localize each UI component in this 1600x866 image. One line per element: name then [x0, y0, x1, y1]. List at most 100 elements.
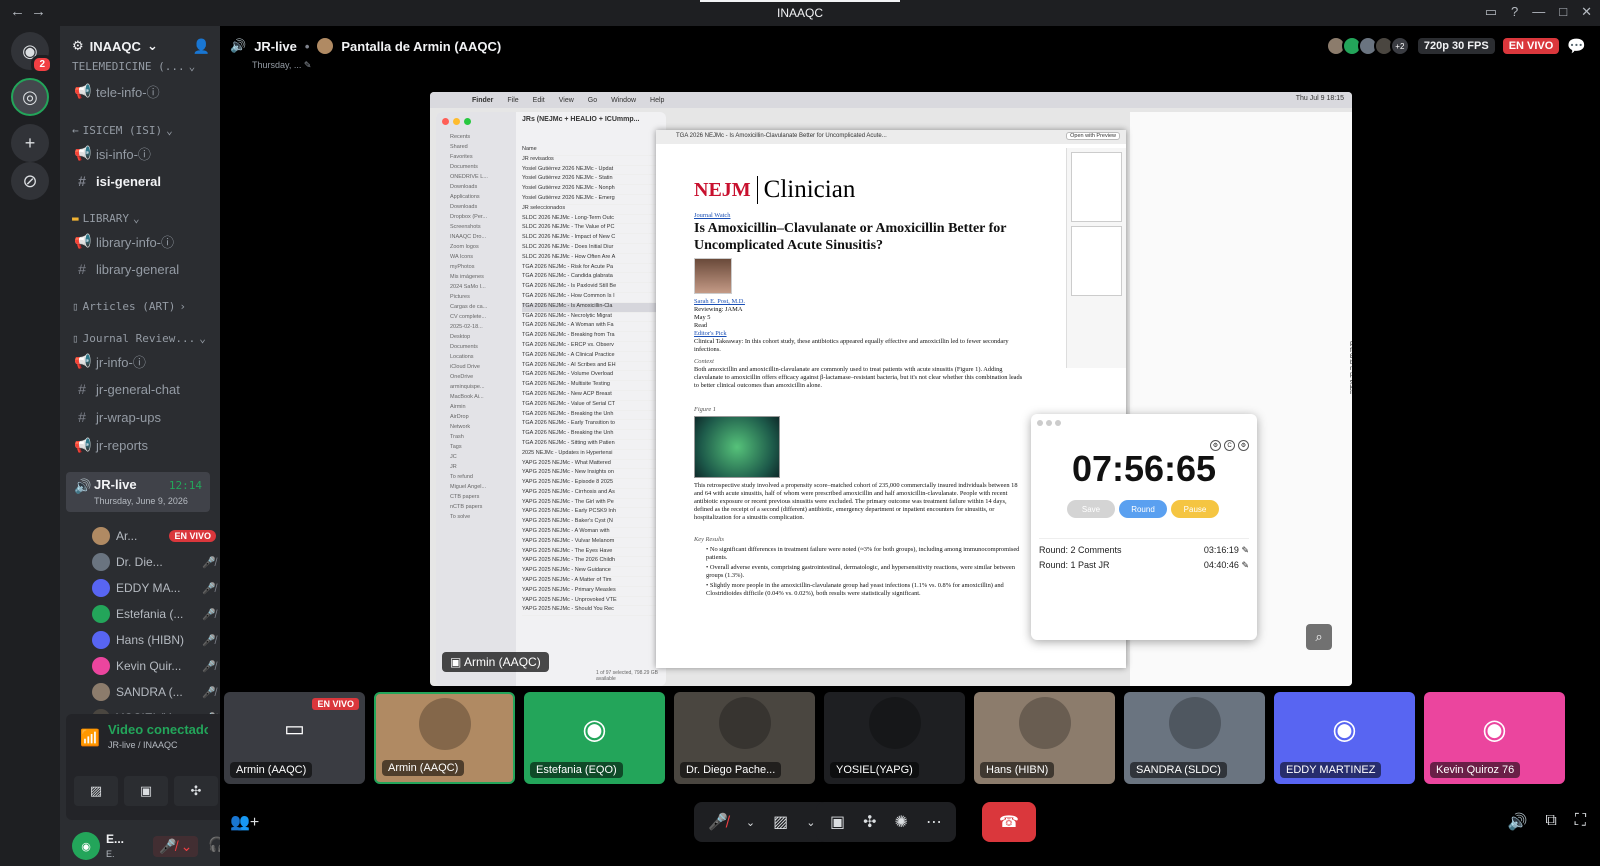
finder-file-row[interactable]: TGA 2026 NEJMc - Breaking from Tra [522, 332, 662, 342]
finder-file-row[interactable]: TGA 2026 NEJMc - Multisite Testing [522, 381, 662, 391]
finder-file-row[interactable]: SLDC 2026 NEJMc - Impact of New C [522, 234, 662, 244]
screen-share-button[interactable]: ▣ [124, 776, 168, 806]
finder-file-row[interactable]: TGA 2026 NEJMc - Risk for Acute Pa [522, 264, 662, 274]
activities-button[interactable]: ✣ [174, 776, 218, 806]
finder-sidebar-item[interactable]: Downloads [436, 182, 516, 192]
discover-icon[interactable]: ⊘ [11, 162, 49, 200]
finder-sidebar-item[interactable]: Pictures [436, 292, 516, 302]
finder-file-row[interactable]: YAPG 2025 NEJMc - The Eyes Have [522, 548, 662, 558]
activities-icon[interactable]: ✣ [863, 812, 876, 832]
camera-off-button[interactable]: ▨ [74, 776, 118, 806]
finder-file-row[interactable]: YAPG 2025 NEJMc - Cirrhosis and As [522, 489, 662, 499]
finder-file-row[interactable]: TGA 2026 NEJMc - A Woman with Fa [522, 322, 662, 333]
finder-sidebar-item[interactable]: Network [436, 422, 516, 432]
finder-file-row[interactable]: TGA 2026 NEJMc - AI Scribes and EH [522, 362, 662, 372]
finder-file-row[interactable]: TGA 2026 NEJMc - Breaking the Unh [522, 411, 662, 421]
finder-file-row[interactable]: TGA 2026 NEJMc - Early Transition to [522, 420, 662, 431]
finder-file-row[interactable]: TGA 2026 NEJMc - Necrolytic Migrat [522, 313, 662, 323]
finder-sidebar-item[interactable]: Trash [436, 432, 516, 442]
finder-sidebar-item[interactable]: nCTB papers [436, 502, 516, 512]
chevron-down-icon[interactable]: ⌄ [806, 816, 815, 829]
finder-sidebar-item[interactable]: Favorites [436, 152, 516, 162]
screen-share-icon[interactable]: ▣ [830, 812, 845, 832]
channel-jr-general-chat[interactable]: # jr-general-chat [68, 376, 216, 402]
add-member-icon[interactable]: 👤 [193, 38, 210, 55]
menubar-item[interactable]: Edit [533, 97, 545, 104]
volume-icon[interactable]: 🔊 [1507, 812, 1527, 832]
participant-tile[interactable]: YOSIEL(YAPG) [824, 692, 965, 784]
finder-file-row[interactable]: TGA 2026 NEJMc - ERCP vs. Observ [522, 342, 662, 352]
finder-file-row[interactable]: YAPG 2025 NEJMc - Episode 8 2025 [522, 479, 662, 489]
finder-sidebar-item[interactable]: JC [436, 452, 516, 462]
finder-file-row[interactable]: YAPG 2025 NEJMc - Baker's Cyst (N [522, 518, 662, 529]
finder-file-row[interactable]: YAPG 2025 NEJMc - Vulvar Melanom [522, 538, 662, 548]
finder-sidebar-item[interactable]: Tags [436, 442, 516, 452]
finder-sidebar-item[interactable]: Locations [436, 352, 516, 362]
finder-file-row[interactable]: TGA 2026 NEJMc - How Common Is I [522, 293, 662, 303]
category-telemedicine[interactable]: TELEMEDICINE (... ⌄ [72, 60, 195, 73]
finder-sidebar-item[interactable]: Documents [436, 162, 516, 172]
channel-jr-info[interactable]: 📢 jr-info-ⓘ [68, 348, 216, 374]
finder-file-row[interactable]: JR seleccionados [522, 205, 662, 215]
participant-tile[interactable]: SANDRA (SLDC) [1124, 692, 1265, 784]
menubar-item[interactable]: Help [650, 97, 664, 104]
finder-file-row[interactable]: 2025 NEJMc - Updates in Hypertensi [522, 450, 662, 460]
menubar-item[interactable]: Window [611, 97, 636, 104]
channel-library-general[interactable]: # library-general [68, 256, 216, 282]
fullscreen-icon[interactable]: ⛶ [1575, 812, 1586, 832]
maximize-icon[interactable]: □ [1559, 4, 1567, 20]
finder-file-row[interactable]: Name [522, 146, 662, 156]
timer-pause-button[interactable]: Pause [1171, 500, 1219, 518]
finder-sidebar-item[interactable]: Cargas de ca... [436, 302, 516, 312]
timer-save-button[interactable]: Save [1067, 500, 1115, 518]
finder-sidebar-item[interactable]: Screenshots [436, 222, 516, 232]
mic-muted-icon[interactable]: 🎤̸ [708, 812, 728, 832]
finder-sidebar-item[interactable]: Downloads [436, 202, 516, 212]
finder-file-row[interactable]: Yosiel Gutiérrez 2026 NEJMc - Emerg [522, 195, 662, 205]
menubar-item[interactable]: Go [588, 97, 597, 104]
finder-sidebar-item[interactable]: WA Icons [436, 252, 516, 262]
zoom-icon[interactable]: ⌕ [1306, 624, 1332, 650]
edit-icon[interactable]: ✎ [304, 60, 312, 70]
finder-file-row[interactable]: TGA 2026 NEJMc - Is Paxlovid Still Be [522, 283, 662, 293]
finder-sidebar-item[interactable]: 2025-02-18... [436, 322, 516, 332]
finder-sidebar-item[interactable]: Shared [436, 142, 516, 152]
voice-user[interactable]: SANDRA (... 🎤̸ [92, 680, 216, 704]
soundboard-icon[interactable]: ✺ [895, 812, 908, 832]
finder-file-row[interactable]: YAPG 2025 NEJMc - What Mattered [522, 460, 662, 470]
menubar-item[interactable]: View [559, 97, 574, 104]
participant-tile[interactable]: Dr. Diego Pache... [674, 692, 815, 784]
chat-bubble-icon[interactable]: 💬 [1567, 37, 1586, 55]
edit-icon[interactable]: ✎ [1241, 560, 1249, 570]
finder-sidebar-item[interactable]: MacBook Ai... [436, 392, 516, 402]
open-with-preview-button[interactable]: Open with Preview [1066, 132, 1120, 140]
finder-sidebar-item[interactable]: arminquispe... [436, 382, 516, 392]
finder-file-row[interactable]: YAPG 2025 NEJMc - Primary Measles [522, 587, 662, 597]
finder-sidebar-item[interactable]: Mis imágenes [436, 272, 516, 282]
finder-file-row[interactable]: YAPG 2025 NEJMc - The 2026 Childh [522, 557, 662, 568]
camera-off-icon[interactable]: ▨ [773, 812, 788, 832]
voice-user[interactable]: Kevin Quir... 🎤̸ [92, 654, 216, 678]
finder-sidebar-item[interactable]: JR [436, 462, 516, 472]
finder-file-row[interactable]: Yosiel Gutiérrez 2026 NEJMc - Nonph [522, 185, 662, 195]
finder-sidebar-item[interactable]: Miguel Angel... [436, 482, 516, 492]
voice-user[interactable]: EDDY MA... 🎤̸ [92, 576, 216, 600]
finder-file-row[interactable]: YAPG 2025 NEJMc - The Girl with Pe [522, 499, 662, 509]
finder-file-row[interactable]: TGA 2026 NEJMc - Candida glabrata [522, 273, 662, 284]
finder-file-row[interactable]: YAPG 2025 NEJMc - A Matter of Tim [522, 577, 662, 587]
participant-tile[interactable]: ◉ EDDY MARTINEZ [1274, 692, 1415, 784]
finder-file-row[interactable]: SLDC 2026 NEJMc - Does Initial Diur [522, 244, 662, 254]
channel-tele-info[interactable]: 📢 tele-info-ⓘ [68, 78, 216, 104]
category-articles[interactable]: ▯ Articles (ART) › [72, 300, 186, 313]
viewer-avatars[interactable]: +2 [1325, 36, 1410, 56]
finder-file-row[interactable]: YAPG 2025 NEJMc - Unprovoked VTE [522, 597, 662, 607]
timer-round-button[interactable]: Round [1119, 500, 1167, 518]
finder-sidebar-item[interactable]: To solve [436, 512, 516, 522]
finder-sidebar-item[interactable]: Zoom logos [436, 242, 516, 252]
finder-file-row[interactable]: SLDC 2026 NEJMc - The Value of PC [522, 224, 662, 235]
inbox-icon[interactable]: ▭ [1485, 4, 1497, 20]
participant-tile[interactable]: ◉ Kevin Quiroz 76 [1424, 692, 1565, 784]
finder-sidebar-item[interactable]: AirDrop [436, 412, 516, 422]
participant-tile[interactable]: ◉ Estefania (EQO) [524, 692, 665, 784]
finder-sidebar-item[interactable]: iCloud Drive [436, 362, 516, 372]
